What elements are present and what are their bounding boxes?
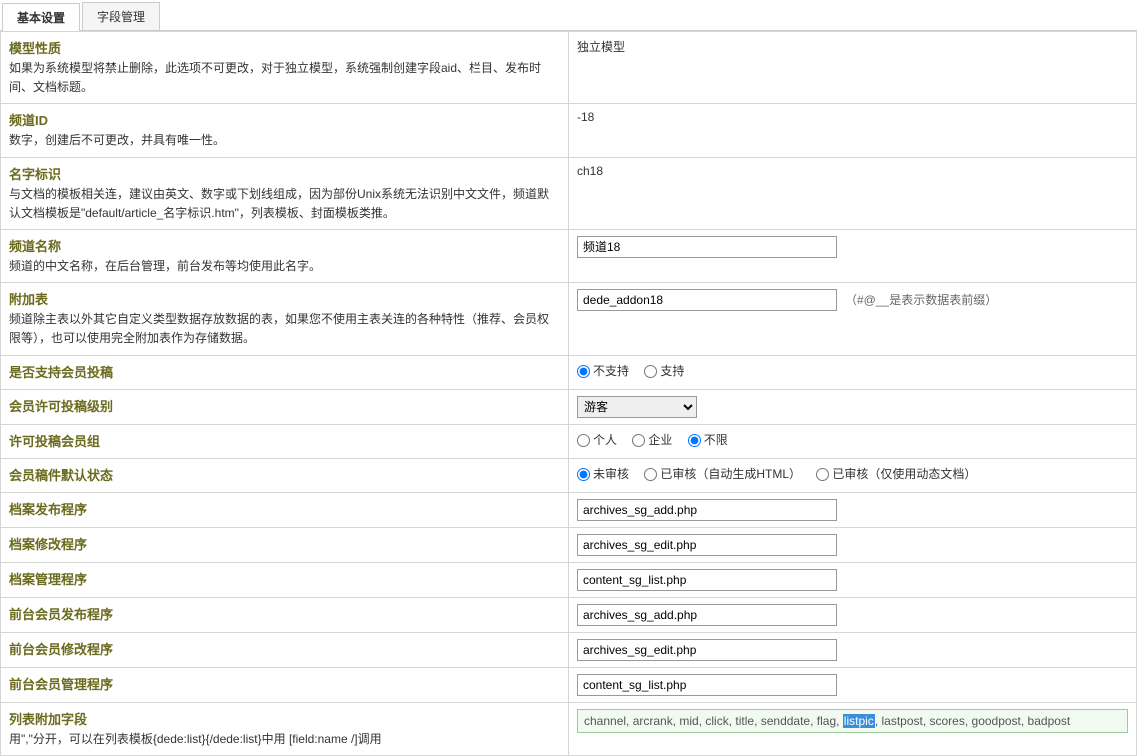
front-add-label: 前台会员发布程序 (9, 604, 560, 623)
arc-add-input[interactable] (577, 499, 837, 521)
front-add-input[interactable] (577, 604, 837, 626)
status-reviewed-html[interactable]: 已审核（自动生成HTML） (644, 467, 801, 481)
front-edit-label: 前台会员修改程序 (9, 639, 560, 658)
submit-level-select[interactable]: 游客 (577, 396, 697, 418)
addon-table-input[interactable] (577, 289, 837, 311)
model-type-label: 模型性质 (9, 38, 560, 57)
list-fields-value[interactable]: channel, arcrank, mid, click, title, sen… (577, 709, 1128, 733)
member-submit-yes[interactable]: 支持 (644, 364, 684, 378)
tab-fields[interactable]: 字段管理 (82, 2, 160, 30)
submit-group-label: 许可投稿会员组 (9, 431, 560, 450)
channel-name-desc: 频道的中文名称，在后台管理，前台发布等均使用此名字。 (9, 257, 560, 276)
tab-basic[interactable]: 基本设置 (2, 3, 80, 31)
channel-name-label: 频道名称 (9, 236, 560, 255)
addon-table-label: 附加表 (9, 289, 560, 308)
group-company[interactable]: 企业 (632, 433, 672, 447)
channel-id-value: -18 (569, 104, 1137, 157)
group-personal[interactable]: 个人 (577, 433, 617, 447)
arc-edit-input[interactable] (577, 534, 837, 556)
channel-name-input[interactable] (577, 236, 837, 258)
arc-add-label: 档案发布程序 (9, 499, 560, 518)
arc-list-label: 档案管理程序 (9, 569, 560, 588)
member-submit-label: 是否支持会员投稿 (9, 362, 560, 381)
list-fields-desc: 用","分开，可以在列表模板{dede:list}{/dede:list}中用 … (9, 730, 560, 749)
name-id-value: ch18 (569, 157, 1137, 229)
member-submit-no[interactable]: 不支持 (577, 364, 629, 378)
front-list-label: 前台会员管理程序 (9, 674, 560, 693)
model-type-value: 独立模型 (569, 32, 1137, 104)
list-fields-label: 列表附加字段 (9, 709, 560, 728)
model-type-desc: 如果为系统模型将禁止删除，此选项不可更改，对于独立模型，系统强制创建字段aid、… (9, 59, 560, 97)
addon-table-note: （#@__是表示数据表前缀） (845, 293, 997, 307)
front-edit-input[interactable] (577, 639, 837, 661)
group-all[interactable]: 不限 (688, 433, 728, 447)
submit-level-label: 会员许可投稿级别 (9, 396, 560, 415)
name-id-label: 名字标识 (9, 164, 560, 183)
status-reviewed-dynamic[interactable]: 已审核（仅使用动态文档） (816, 467, 976, 481)
channel-id-label: 频道ID (9, 110, 560, 129)
arc-edit-label: 档案修改程序 (9, 534, 560, 553)
channel-id-desc: 数字，创建后不可更改，并具有唯一性。 (9, 131, 560, 150)
settings-table: 模型性质如果为系统模型将禁止删除，此选项不可更改，对于独立模型，系统强制创建字段… (0, 31, 1137, 756)
front-list-input[interactable] (577, 674, 837, 696)
status-unreviewed[interactable]: 未审核 (577, 467, 629, 481)
name-id-desc: 与文档的模板相关连，建议由英文、数字或下划线组成，因为部份Unix系统无法识别中… (9, 185, 560, 223)
list-fields-highlight: listpic (843, 714, 875, 728)
addon-table-desc: 频道除主表以外其它自定义类型数据存放数据的表，如果您不使用主表关连的各种特性（推… (9, 310, 560, 348)
arc-list-input[interactable] (577, 569, 837, 591)
draft-status-label: 会员稿件默认状态 (9, 465, 560, 484)
